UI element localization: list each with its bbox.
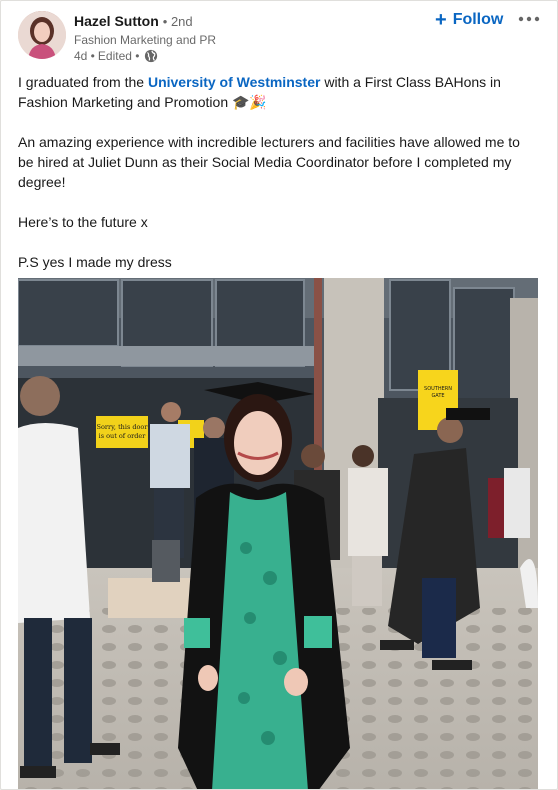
edited-label: Edited • <box>97 49 140 63</box>
post-paragraph-1: I graduated from the University of Westm… <box>18 74 501 110</box>
svg-text:is out of order: is out of order <box>99 432 147 440</box>
svg-text:Sorry, this door: Sorry, this door <box>97 423 149 431</box>
graduation-photo: Sorry, this door is out of order SOUTHER… <box>18 278 538 789</box>
overflow-menu-button[interactable] <box>515 9 543 29</box>
post-header: Hazel Sutton • 2nd Fashion Marketing and… <box>1 1 557 69</box>
post-paragraph-2: An amazing experience with incredible le… <box>18 134 520 190</box>
connection-degree: • 2nd <box>162 14 193 29</box>
avatar-photo <box>18 11 66 59</box>
ellipsis-icon <box>518 16 540 22</box>
post-time: 4d • <box>74 49 95 63</box>
follow-button[interactable]: + Follow <box>431 9 507 31</box>
plus-icon: + <box>435 9 447 31</box>
globe-icon <box>144 49 158 63</box>
author-name[interactable]: Hazel Sutton <box>74 12 159 30</box>
post-paragraph-3: Here’s to the future x <box>18 214 148 230</box>
author-headline: Fashion Marketing and PR <box>74 33 217 47</box>
follow-label: Follow <box>452 11 504 28</box>
svg-text:SOUTHERN: SOUTHERN <box>424 386 452 392</box>
svg-text:GATE: GATE <box>431 393 444 399</box>
mention-link[interactable]: University of Westminster <box>148 74 320 90</box>
post-meta: 4d • Edited • <box>74 48 374 64</box>
post-body: I graduated from the University of Westm… <box>18 72 538 272</box>
post-image[interactable]: Sorry, this door is out of order SOUTHER… <box>18 278 538 789</box>
author-avatar[interactable] <box>18 11 66 59</box>
author-info: Hazel Sutton • 2nd Fashion Marketing and… <box>74 12 374 64</box>
feed-post-card: Hazel Sutton • 2nd Fashion Marketing and… <box>0 0 558 790</box>
post-paragraph-4: P.S yes I made my dress <box>18 254 172 270</box>
